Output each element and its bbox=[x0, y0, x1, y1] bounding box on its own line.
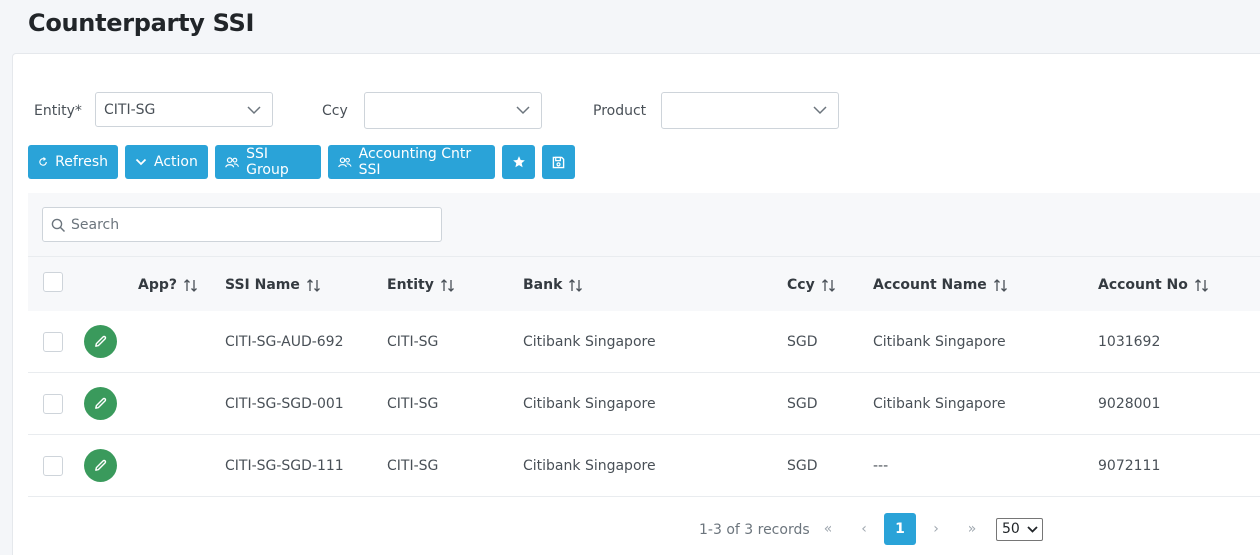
rows-per-page-value: 50 bbox=[1002, 521, 1020, 537]
favorite-button[interactable] bbox=[502, 145, 535, 179]
page-button-current[interactable]: 1 bbox=[884, 513, 916, 545]
column-header-label: Ccy bbox=[787, 277, 815, 293]
entity-label: Entity* bbox=[34, 103, 82, 119]
cell-account-no: 1031692 bbox=[1098, 334, 1161, 350]
page-title: Counterparty SSI bbox=[28, 9, 255, 37]
edit-button[interactable] bbox=[84, 449, 117, 482]
cell-entity: CITI-SG bbox=[387, 396, 439, 412]
last-page-button[interactable]: » bbox=[956, 513, 988, 545]
pencil-icon bbox=[95, 397, 107, 409]
cell-bank: Citibank Singapore bbox=[523, 334, 656, 350]
ssi-group-button[interactable]: SSI Group bbox=[215, 145, 321, 179]
pencil-icon bbox=[95, 459, 107, 471]
cell-entity: CITI-SG bbox=[387, 334, 439, 350]
column-header-account-no[interactable]: Account No bbox=[1098, 277, 1209, 293]
cell-account-name: Citibank Singapore bbox=[873, 334, 1006, 350]
save-button[interactable] bbox=[542, 145, 575, 179]
cell-account-name: Citibank Singapore bbox=[873, 396, 1006, 412]
first-page-button[interactable]: « bbox=[812, 513, 844, 545]
action-label: Action bbox=[154, 154, 198, 170]
column-header-label: Account Name bbox=[873, 277, 987, 293]
column-header-entity[interactable]: Entity bbox=[387, 277, 455, 293]
users-icon bbox=[225, 156, 240, 167]
cell-account-name: --- bbox=[873, 458, 889, 474]
accounting-cntr-ssi-button[interactable]: Accounting Cntr SSI bbox=[328, 145, 495, 179]
entity-select[interactable]: CITI-SG bbox=[95, 92, 273, 127]
column-header-ccy[interactable]: Ccy bbox=[787, 277, 836, 293]
cell-account-no: 9072111 bbox=[1098, 458, 1161, 474]
cell-bank: Citibank Singapore bbox=[523, 458, 656, 474]
row-checkbox[interactable] bbox=[43, 332, 63, 352]
pagination-summary: 1-3 of 3 records bbox=[699, 522, 810, 538]
table-header bbox=[28, 256, 1260, 311]
search-field[interactable] bbox=[42, 207, 442, 242]
sort-icon bbox=[184, 278, 197, 292]
search-icon bbox=[51, 218, 66, 233]
column-header-account-name[interactable]: Account Name bbox=[873, 277, 1008, 293]
users-icon bbox=[338, 156, 352, 167]
edit-button[interactable] bbox=[84, 387, 117, 420]
chevron-down-icon bbox=[1027, 526, 1038, 533]
cell-ssi-name: CITI-SG-SGD-111 bbox=[225, 458, 344, 474]
star-icon bbox=[512, 156, 525, 168]
sort-icon bbox=[821, 278, 835, 292]
sort-icon bbox=[306, 278, 320, 292]
column-header-label: Account No bbox=[1098, 277, 1188, 293]
ccy-label: Ccy bbox=[322, 103, 348, 119]
sort-icon bbox=[1194, 278, 1208, 292]
column-header-label: Entity bbox=[387, 277, 434, 293]
cell-ssi-name: CITI-SG-SGD-001 bbox=[225, 396, 344, 412]
refresh-icon bbox=[39, 157, 47, 166]
cell-ccy: SGD bbox=[787, 396, 818, 412]
refresh-label: Refresh bbox=[55, 154, 108, 170]
column-header-app[interactable]: App? bbox=[138, 277, 198, 293]
column-header-label: App? bbox=[138, 277, 177, 293]
ccy-select[interactable] bbox=[364, 92, 542, 129]
sort-icon bbox=[569, 278, 583, 292]
column-header-bank[interactable]: Bank bbox=[523, 277, 583, 293]
cell-account-no: 9028001 bbox=[1098, 396, 1161, 412]
sort-icon bbox=[993, 278, 1007, 292]
cell-ccy: SGD bbox=[787, 334, 818, 350]
pencil-icon bbox=[95, 335, 107, 347]
chevron-down-icon bbox=[516, 106, 530, 115]
cell-bank: Citibank Singapore bbox=[523, 396, 656, 412]
cell-ssi-name: CITI-SG-AUD-692 bbox=[225, 334, 344, 350]
next-page-button[interactable]: › bbox=[920, 513, 952, 545]
row-checkbox[interactable] bbox=[43, 394, 63, 414]
action-button[interactable]: Action bbox=[125, 145, 208, 179]
select-all-checkbox[interactable] bbox=[43, 272, 63, 292]
product-select[interactable] bbox=[661, 92, 839, 129]
save-icon bbox=[552, 156, 565, 168]
chevron-down-icon bbox=[813, 106, 827, 115]
rows-per-page-select[interactable]: 50 bbox=[996, 518, 1043, 541]
sort-icon bbox=[440, 278, 454, 292]
edit-button[interactable] bbox=[84, 325, 117, 358]
column-header-label: SSI Name bbox=[225, 277, 300, 293]
refresh-button[interactable]: Refresh bbox=[28, 145, 118, 179]
cell-ccy: SGD bbox=[787, 458, 818, 474]
cell-entity: CITI-SG bbox=[387, 458, 439, 474]
search-input[interactable] bbox=[71, 214, 431, 236]
prev-page-button[interactable]: ‹ bbox=[848, 513, 880, 545]
accounting-cntr-ssi-label: Accounting Cntr SSI bbox=[358, 146, 472, 178]
chevron-down-icon bbox=[247, 106, 261, 115]
product-label: Product bbox=[593, 103, 647, 119]
row-checkbox[interactable] bbox=[43, 456, 63, 476]
chevron-down-icon bbox=[135, 158, 147, 166]
ssi-group-label: SSI Group bbox=[246, 146, 289, 178]
entity-select-value: CITI-SG bbox=[104, 102, 156, 118]
column-header-label: Bank bbox=[523, 277, 563, 293]
column-header-ssi-name[interactable]: SSI Name bbox=[225, 277, 321, 293]
